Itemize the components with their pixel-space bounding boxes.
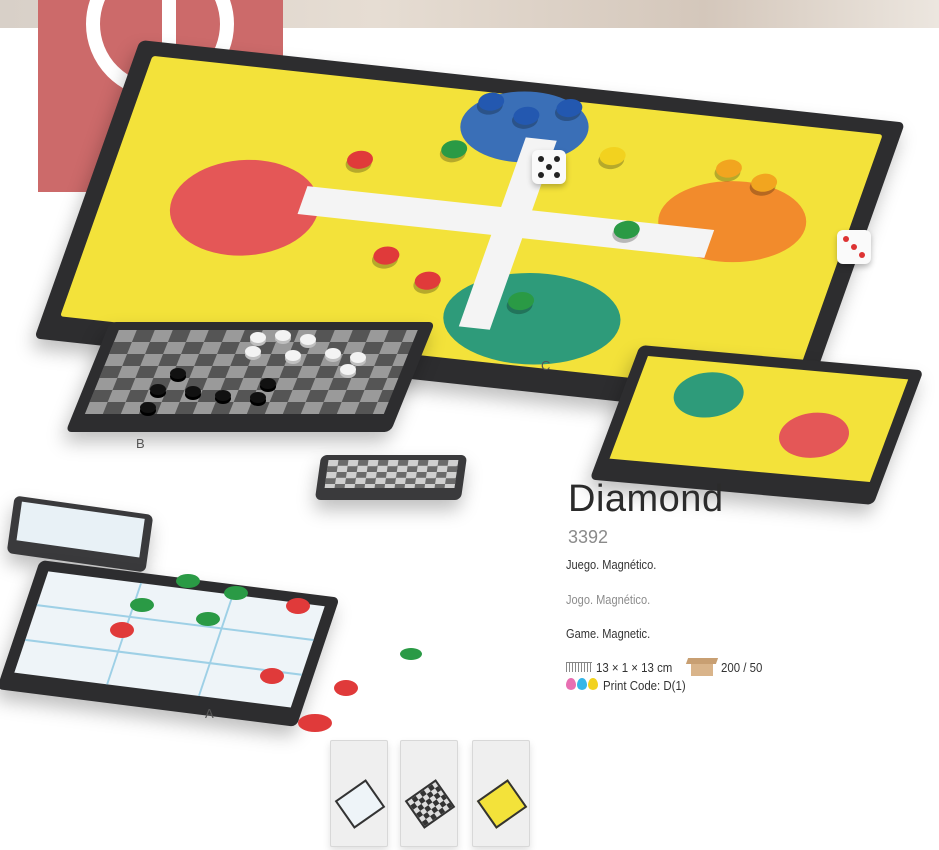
variant-label-b: B (136, 436, 145, 451)
checker-black (185, 386, 201, 397)
grid-line (24, 638, 303, 676)
checker-white (250, 332, 266, 343)
ludo-green-home (428, 264, 635, 373)
checkers-board-closed-pattern (324, 460, 459, 488)
checker-black (260, 378, 276, 389)
checker-white (340, 364, 356, 375)
checkers-board-closed (314, 455, 468, 500)
die-loose (837, 230, 871, 264)
package-art (476, 779, 528, 829)
ruler-icon (566, 662, 592, 672)
checker-black (215, 390, 231, 401)
variant-label-a: A (205, 706, 214, 721)
cross-piece-green (224, 586, 248, 600)
ludo-piece-red (370, 245, 403, 266)
ludo-piece-yellow (596, 145, 629, 167)
grid-line (197, 594, 234, 697)
checker-white (325, 348, 341, 359)
circle-piece-red (110, 622, 134, 638)
circle-piece-red-loose (298, 714, 332, 732)
product-name: Diamond (568, 478, 724, 520)
checker-black (150, 384, 166, 395)
ludo-orange-home (645, 174, 819, 270)
ink-drops-icon (566, 678, 599, 693)
checker-white (285, 350, 301, 361)
checker-black (170, 368, 186, 379)
print-code-row: Print Code: D(1) (566, 678, 697, 693)
checkers-playfield (84, 330, 418, 414)
cross-piece-green-loose (400, 648, 422, 660)
grid-line (36, 604, 314, 641)
checker-white (275, 330, 291, 341)
package-art (404, 779, 456, 829)
checker-white (350, 352, 366, 363)
package-ludo (472, 740, 530, 847)
ludo-piece-red (411, 270, 444, 291)
cross-piece-green (176, 574, 200, 588)
tic-tac-toe-playfield (14, 571, 325, 708)
checker-black (250, 392, 266, 403)
description-spanish: Juego. Magnético. (566, 557, 657, 572)
tic-tac-toe-board-closed-face (16, 501, 145, 558)
checker-white (300, 334, 316, 345)
checker-white (245, 346, 261, 357)
product-code: 3392 (568, 527, 609, 547)
tic-tac-toe-board-closed (6, 495, 154, 573)
tic-tac-toe-board-open (0, 560, 340, 727)
print-code: Print Code: D(1) (603, 678, 686, 693)
variant-label-c: C (541, 358, 551, 373)
package-tic-tac-toe (330, 740, 388, 847)
circle-piece-red (286, 598, 310, 614)
ludo-piece-red (344, 149, 376, 171)
package-art (334, 779, 386, 829)
circle-piece-red (260, 668, 284, 684)
description-english: Game. Magnetic. (566, 626, 651, 641)
package-checkers (400, 740, 458, 847)
die-on-board (532, 150, 566, 184)
dimensions: 13 × 1 × 13 cm (596, 659, 673, 675)
box-icon (685, 656, 719, 678)
ludo-board-closed-face (609, 356, 909, 482)
description-portuguese: Jogo. Magnético. (566, 592, 651, 607)
cross-piece-green (130, 598, 154, 612)
ludo-green-home-small (666, 369, 752, 421)
specs-row: 13 × 1 × 13 cm 200 / 50 (566, 656, 768, 678)
ludo-red-home-small (771, 409, 857, 461)
circle-piece-red-loose (334, 680, 358, 696)
checker-black (140, 402, 156, 413)
packaging-quantity: 200 / 50 (720, 659, 763, 675)
cross-piece-green (196, 612, 220, 626)
ludo-piece-orange (713, 158, 745, 179)
